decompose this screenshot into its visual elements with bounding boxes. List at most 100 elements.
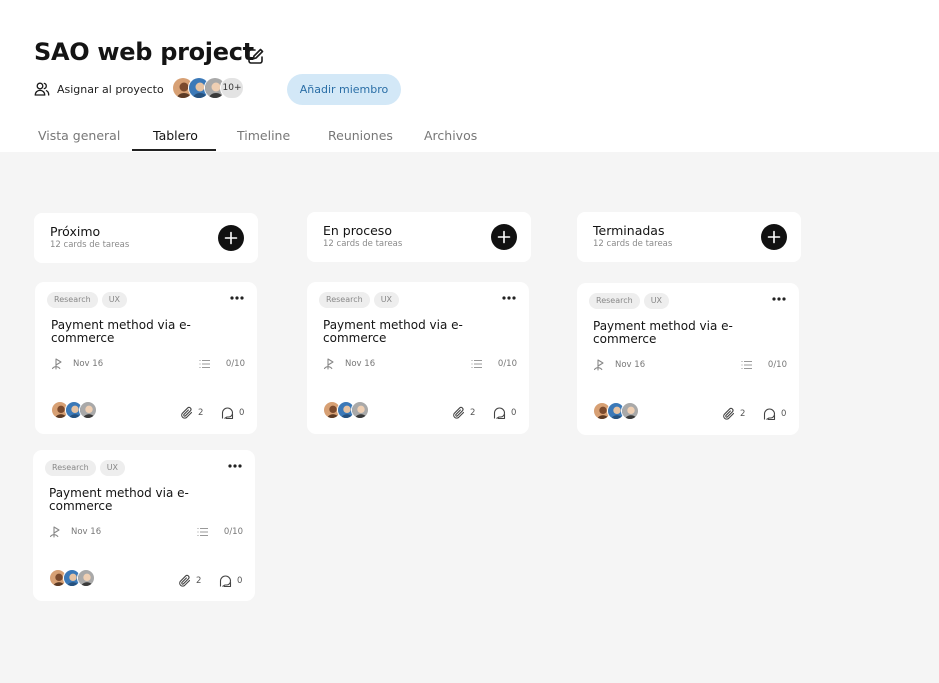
project-tabs: Vista general Tablero Timeline Reuniones…: [0, 122, 939, 152]
tag-ux[interactable]: UX: [643, 293, 670, 309]
attachment-count[interactable]: 2: [722, 407, 745, 421]
avatar: [621, 402, 639, 420]
comment-count[interactable]: 0: [221, 406, 244, 420]
card-meta: Nov 16 0/10: [51, 357, 245, 371]
tab-archivos[interactable]: Archivos: [424, 128, 477, 143]
comment-count-value: 0: [781, 409, 787, 419]
paperclip-icon: [723, 407, 735, 420]
card-tags: Research UX: [47, 292, 128, 308]
card-assignees: [593, 402, 639, 420]
column-title: Terminadas: [593, 223, 665, 238]
tab-timeline[interactable]: Timeline: [237, 128, 290, 143]
avatar: [79, 401, 97, 419]
card-meta: Nov 16 0/10: [49, 525, 243, 539]
card-title: Payment method via e-commerce: [51, 318, 191, 345]
checklist-icon: [199, 360, 210, 368]
more-members-count[interactable]: 10+: [220, 77, 244, 99]
assign-to-project-button[interactable]: Asignar al proyecto: [34, 80, 164, 98]
paperclip-icon: [181, 406, 193, 419]
task-card[interactable]: Research UX Payment method via e-commerc…: [33, 450, 255, 601]
add-card-button[interactable]: [761, 224, 787, 250]
card-title: Payment method via e-commerce: [323, 318, 463, 345]
plus-icon: [224, 231, 238, 245]
avatar: [77, 569, 95, 587]
comment-count-value: 0: [511, 408, 517, 418]
task-card[interactable]: Research UX Payment method via e-commerc…: [35, 282, 257, 434]
checklist-progress: 0/10: [767, 360, 787, 370]
project-header: SAO web project Asignar al proyecto 10+ …: [0, 0, 939, 152]
attachment-count[interactable]: 2: [452, 406, 475, 420]
edit-icon[interactable]: [247, 47, 265, 65]
card-assignees: [49, 569, 95, 587]
more-dots-icon[interactable]: [501, 292, 517, 304]
card-meta: Nov 16 0/10: [593, 358, 787, 372]
comment-count-value: 0: [237, 576, 243, 586]
task-card[interactable]: Research UX Payment method via e-commerc…: [307, 282, 529, 434]
comment-count[interactable]: 0: [493, 406, 516, 420]
comment-icon: [221, 407, 234, 420]
checklist-progress: 0/10: [223, 527, 243, 537]
card-tags: Research UX: [319, 292, 400, 308]
add-card-button[interactable]: [218, 225, 244, 251]
tab-reuniones[interactable]: Reuniones: [328, 128, 393, 143]
attachment-count[interactable]: 2: [180, 406, 203, 420]
flag-icon: [51, 358, 62, 370]
member-avatars[interactable]: 10+: [172, 77, 244, 99]
attachment-count-value: 2: [196, 576, 202, 586]
more-dots-icon[interactable]: [227, 460, 243, 472]
paperclip-icon: [453, 406, 465, 419]
tab-tablero[interactable]: Tablero: [153, 128, 198, 143]
card-date: Nov 16: [71, 527, 102, 537]
plus-icon: [497, 230, 511, 244]
add-card-button[interactable]: [491, 224, 517, 250]
column-header-terminadas: Terminadas 12 cards de tareas: [577, 212, 801, 262]
card-date: Nov 16: [615, 360, 646, 370]
column-card-count: 12 cards de tareas: [323, 239, 403, 249]
tag-research[interactable]: Research: [589, 293, 640, 309]
tag-ux[interactable]: UX: [99, 460, 126, 476]
tag-ux[interactable]: UX: [373, 292, 400, 308]
avatar: [351, 401, 369, 419]
tag-research[interactable]: Research: [319, 292, 370, 308]
kanban-board: Próximo 12 cards de tareas En proceso 12…: [0, 152, 939, 683]
tag-research[interactable]: Research: [45, 460, 96, 476]
comment-count[interactable]: 0: [219, 574, 242, 588]
tab-vista-general[interactable]: Vista general: [38, 128, 120, 143]
plus-icon: [767, 230, 781, 244]
column-card-count: 12 cards de tareas: [50, 240, 130, 250]
card-assignees: [323, 401, 369, 419]
card-date: Nov 16: [73, 359, 104, 369]
checklist-icon: [741, 361, 752, 369]
task-card[interactable]: Research UX Payment method via e-commerc…: [577, 283, 799, 435]
comment-count[interactable]: 0: [763, 407, 786, 421]
more-dots-icon[interactable]: [229, 292, 245, 304]
attachment-count-value: 2: [740, 409, 746, 419]
add-member-button[interactable]: Añadir miembro: [287, 74, 401, 105]
flag-icon: [49, 526, 60, 538]
paperclip-icon: [179, 574, 191, 587]
column-header-proximo: Próximo 12 cards de tareas: [34, 213, 258, 263]
card-tags: Research UX: [45, 460, 126, 476]
user-group-icon: [34, 82, 50, 96]
tag-ux[interactable]: UX: [101, 292, 128, 308]
column-title: Próximo: [50, 224, 101, 239]
tag-research[interactable]: Research: [47, 292, 98, 308]
comment-icon: [493, 407, 506, 420]
attachment-count-value: 2: [198, 408, 204, 418]
column-title: En proceso: [323, 223, 392, 238]
attachment-count[interactable]: 2: [178, 574, 201, 588]
column-header-en-proceso: En proceso 12 cards de tareas: [307, 212, 531, 262]
card-title: Payment method via e-commerce: [593, 319, 733, 346]
column-card-count: 12 cards de tareas: [593, 239, 673, 249]
card-title: Payment method via e-commerce: [49, 486, 189, 513]
card-assignees: [51, 401, 97, 419]
comment-icon: [763, 408, 776, 421]
checklist-icon: [197, 528, 208, 536]
page-title: SAO web project: [34, 38, 254, 66]
attachment-count-value: 2: [470, 408, 476, 418]
flag-icon: [593, 359, 604, 371]
active-tab-indicator: [132, 149, 216, 151]
more-dots-icon[interactable]: [771, 293, 787, 305]
card-date: Nov 16: [345, 359, 376, 369]
checklist-progress: 0/10: [497, 359, 517, 369]
